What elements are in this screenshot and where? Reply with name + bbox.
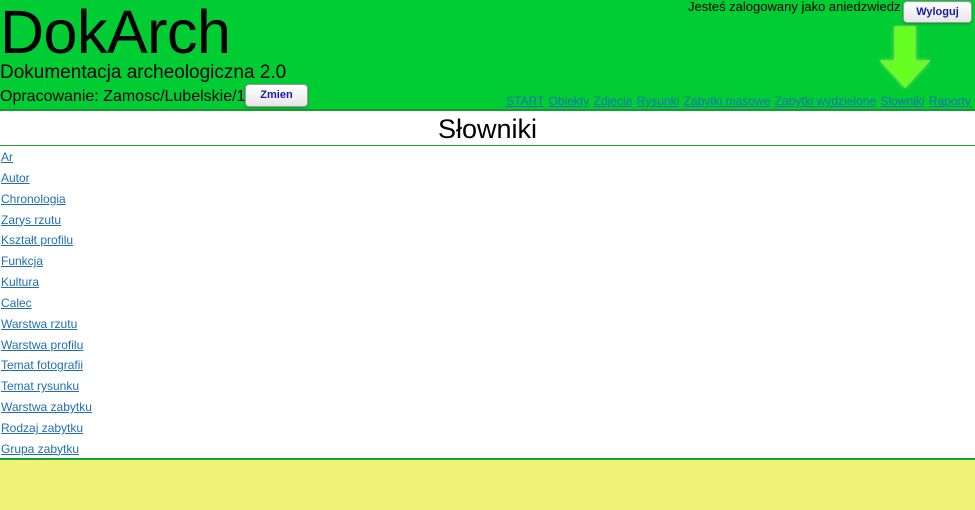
page-title: Słowniki xyxy=(0,113,975,146)
list-item: Zarys rzutu xyxy=(1,213,92,234)
dictionary-link[interactable]: Grupa zabytku xyxy=(1,442,79,456)
header-bar: DokArch Dokumentacja archeologiczna 2.0 … xyxy=(0,0,975,111)
down-arrow-icon xyxy=(879,26,931,89)
footer-bar xyxy=(0,458,975,510)
dictionary-link[interactable]: Kultura xyxy=(1,275,39,289)
dictionary-link[interactable]: Warstwa rzutu xyxy=(1,317,77,331)
list-item: Warstwa zabytku xyxy=(1,400,92,421)
list-item: Warstwa rzutu xyxy=(1,317,92,338)
dictionary-link[interactable]: Warstwa zabytku xyxy=(1,400,92,414)
list-item: Warstwa profilu xyxy=(1,338,92,359)
dictionary-link[interactable]: Rodzaj zabytku xyxy=(1,421,83,435)
dictionary-link[interactable]: Calec xyxy=(1,296,32,310)
dictionary-link[interactable]: Warstwa profilu xyxy=(1,338,83,352)
list-item: Autor xyxy=(1,171,92,192)
logout-button[interactable]: Wyloguj xyxy=(903,1,972,23)
list-item: Rodzaj zabytku xyxy=(1,421,92,442)
list-item: Ar xyxy=(1,150,92,171)
app-subtitle: Dokumentacja archeologiczna 2.0 xyxy=(0,62,287,83)
project-label: Opracowanie: Zamosc/Lubelskie/1 xyxy=(0,88,246,105)
nav-link-zdjecia[interactable]: Zdjecia xyxy=(594,94,633,108)
list-item: Kultura xyxy=(1,275,92,296)
list-item: Chronologia xyxy=(1,192,92,213)
dictionary-link[interactable]: Funkcja xyxy=(1,254,43,268)
dictionary-link[interactable]: Zarys rzutu xyxy=(1,213,61,227)
change-project-button[interactable]: Zmien xyxy=(245,84,308,107)
dictionary-link[interactable]: Temat fotografii xyxy=(1,358,83,372)
dictionary-link[interactable]: Autor xyxy=(1,171,30,185)
list-item: Funkcja xyxy=(1,254,92,275)
nav-link-raporty[interactable]: Raporty xyxy=(929,94,971,108)
dictionary-link[interactable]: Chronologia xyxy=(1,192,66,206)
list-item: Calec xyxy=(1,296,92,317)
dictionary-list: Ar Autor Chronologia Zarys rzutu Kształt pro… xyxy=(1,150,92,463)
nav-link-start[interactable]: START xyxy=(506,94,544,108)
main-nav: START Obiekty Zdjecia Rysunki Zabytki ma… xyxy=(506,94,972,108)
list-item: Kształt profilu xyxy=(1,233,92,254)
app-title: DokArch xyxy=(0,0,231,66)
dictionary-link[interactable]: Ar xyxy=(1,150,13,164)
dictionary-link[interactable]: Kształt profilu xyxy=(1,233,73,247)
nav-link-rysunki[interactable]: Rysunki xyxy=(637,94,680,108)
list-item: Temat fotografii xyxy=(1,358,92,379)
list-item: Temat rysunku xyxy=(1,379,92,400)
user-status: Jesteś zalogowany jako aniedzwiedz xyxy=(688,0,901,14)
nav-link-obiekty[interactable]: Obiekty xyxy=(549,94,590,108)
dictionary-link[interactable]: Temat rysunku xyxy=(1,379,79,393)
nav-link-zabytki-masowe[interactable]: Zabytki masowe xyxy=(684,94,771,108)
nav-link-zabytki-wydzielone[interactable]: Zabytki wydzielone xyxy=(775,94,876,108)
nav-link-słowniki[interactable]: Słowniki xyxy=(880,94,924,108)
